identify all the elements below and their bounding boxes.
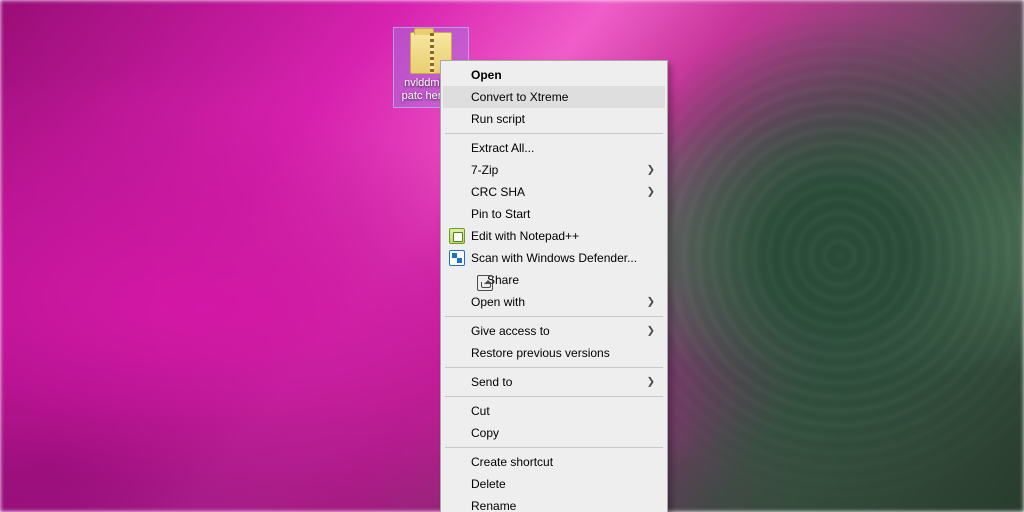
ctx-item-label: Send to: [471, 375, 512, 389]
ctx-item-crc_sha[interactable]: CRC SHA ❯: [443, 181, 665, 203]
ctx-item-cut[interactable]: Cut: [443, 400, 665, 422]
ctx-item-label: Convert to Xtreme: [471, 90, 568, 104]
ctx-item-label: CRC SHA: [471, 185, 525, 199]
ctx-item-label: Edit with Notepad++: [471, 229, 579, 243]
ctx-item-label: Run script: [471, 112, 525, 126]
ctx-item-send_to[interactable]: Send to ❯: [443, 371, 665, 393]
ctx-separator: [445, 316, 663, 317]
ctx-item-label: Restore previous versions: [471, 346, 610, 360]
ctx-item-restore_prev[interactable]: Restore previous versions: [443, 342, 665, 364]
ctx-item-label: Delete: [471, 477, 506, 491]
chevron-right-icon: ❯: [647, 297, 655, 308]
ctx-item-label: Open: [471, 68, 502, 82]
ctx-item-open[interactable]: Open: [443, 64, 665, 86]
ctx-item-extract_all[interactable]: Extract All...: [443, 137, 665, 159]
chevron-right-icon: ❯: [647, 165, 655, 176]
ctx-item-label: Open with: [471, 295, 525, 309]
ctx-item-delete[interactable]: Delete: [443, 473, 665, 495]
ctx-item-share[interactable]: Share: [443, 269, 665, 291]
ctx-item-pin_start[interactable]: Pin to Start: [443, 203, 665, 225]
ctx-item-create_shortcut[interactable]: Create shortcut: [443, 451, 665, 473]
ctx-item-label: Rename: [471, 499, 516, 512]
ctx-item-label: Cut: [471, 404, 490, 418]
ctx-item-label: Pin to Start: [471, 207, 530, 221]
ctx-item-label: 7-Zip: [471, 163, 498, 177]
ctx-item-edit_npp[interactable]: Edit with Notepad++: [443, 225, 665, 247]
ctx-item-open_with[interactable]: Open with ❯: [443, 291, 665, 313]
ctx-item-label: Copy: [471, 426, 499, 440]
chevron-right-icon: ❯: [647, 187, 655, 198]
share-icon: [477, 275, 493, 291]
notepadpp-icon: [449, 228, 465, 244]
ctx-item-label: Give access to: [471, 324, 550, 338]
ctx-separator: [445, 447, 663, 448]
ctx-item-label: Create shortcut: [471, 455, 553, 469]
ctx-separator: [445, 396, 663, 397]
ctx-item-copy[interactable]: Copy: [443, 422, 665, 444]
chevron-right-icon: ❯: [647, 326, 655, 337]
context-menu[interactable]: Open Convert to Xtreme Run script Extract A…: [440, 60, 668, 512]
ctx-item-rename[interactable]: Rename: [443, 495, 665, 512]
ctx-item-run_script[interactable]: Run script: [443, 108, 665, 130]
ctx-item-label: Scan with Windows Defender...: [471, 251, 637, 265]
ctx-separator: [445, 367, 663, 368]
defender-icon: [449, 250, 465, 266]
ctx-item-scan_defender[interactable]: Scan with Windows Defender...: [443, 247, 665, 269]
ctx-item-label: Extract All...: [471, 141, 534, 155]
ctx-item-give_access[interactable]: Give access to ❯: [443, 320, 665, 342]
ctx-item-convert_xtreme[interactable]: Convert to Xtreme: [443, 86, 665, 108]
ctx-separator: [445, 133, 663, 134]
ctx-item-seven_zip[interactable]: 7-Zip ❯: [443, 159, 665, 181]
chevron-right-icon: ❯: [647, 377, 655, 388]
